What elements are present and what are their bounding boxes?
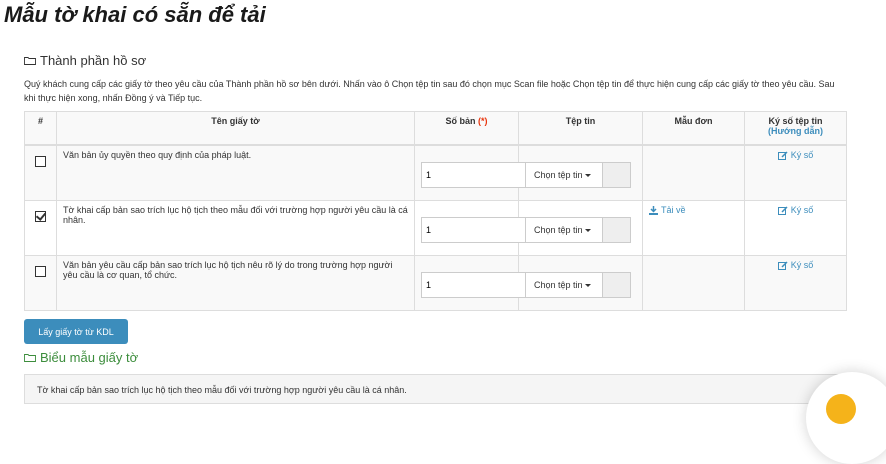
document-name: Văn bản ủy quyền theo quy định của pháp … [56,144,415,201]
form-section-title: Biểu mẫu giấy tờ [24,350,138,365]
page-title: Mẫu tờ khai có sẵn để tải [4,2,266,27]
folder-open-icon [24,354,36,362]
choose-file-button[interactable]: Chọn tệp tin [525,272,603,298]
caret-down-icon [584,228,591,232]
choose-file-button[interactable]: Chọn tệp tin [525,162,603,188]
col-sign-header: Ký số tệp tin (Hướng dẫn) [744,111,847,146]
sign-link[interactable]: Ký số [777,260,813,270]
file-picker: Chọn tệp tin [525,162,636,188]
choose-file-button[interactable]: Chọn tệp tin [525,217,603,243]
row-checkbox[interactable] [35,211,46,222]
row-checkbox[interactable] [35,156,46,167]
sign-link[interactable]: Ký số [777,205,813,215]
template-cell: Tải về [642,200,745,256]
download-icon [649,205,658,215]
copies-header-label: Số bản [445,116,476,126]
sign-header-label: Ký số tệp tin [768,116,823,126]
table-header-row: # Tên giấy tờ Số bản (*) Tệp tin Mẫu đơn… [24,111,847,146]
col-name-header: Tên giấy tờ [56,111,415,146]
copies-input[interactable] [421,162,541,188]
caret-down-icon [584,283,591,287]
floating-chat-icon[interactable] [826,394,856,424]
components-section-title: Thành phần hồ sơ [24,53,146,68]
file-name-field [603,217,631,243]
copies-input[interactable] [421,272,541,298]
template-cell [642,255,745,311]
col-index-header: # [24,111,57,146]
document-name: Tờ khai cấp bản sao trích lục hộ tịch th… [56,200,415,256]
table-row: Tờ khai cấp bản sao trích lục hộ tịch th… [24,200,847,256]
file-picker: Chọn tệp tin [525,272,636,298]
file-name-field [603,272,631,298]
edit-icon [777,205,788,215]
form-template-item[interactable]: Tờ khai cấp bản sao trích lục hộ tịch th… [24,374,840,404]
form-section-label: Biểu mẫu giấy tờ [40,350,139,365]
required-marker: (*) [478,116,488,126]
sign-link[interactable]: Ký số [777,150,813,160]
row-checkbox[interactable] [35,266,46,277]
components-section-label: Thành phần hồ sơ [40,53,147,68]
table-row: Văn bản ủy quyền theo quy định của pháp … [24,144,847,201]
download-template-link[interactable]: Tải về [649,205,686,215]
edit-icon [777,150,788,160]
document-name: Văn bản yêu cầu cấp bản sao trích lục hộ… [56,255,415,311]
get-documents-from-kdl-button[interactable]: Lấy giấy tờ từ KDL [24,319,128,344]
edit-icon [777,260,788,270]
file-picker: Chọn tệp tin [525,217,636,243]
sign-guide-link[interactable]: (Hướng dẫn) [751,126,840,136]
folder-open-icon [24,57,36,65]
col-copies-header: Số bản (*) [414,111,519,146]
components-description: Quý khách cung cấp các giấy tờ theo yêu … [24,79,835,103]
col-file-header: Tệp tin [518,111,643,146]
table-row: Văn bản yêu cầu cấp bản sao trích lục hộ… [24,255,847,311]
file-name-field [603,162,631,188]
caret-down-icon [584,173,591,177]
template-cell [642,144,745,201]
documents-table: # Tên giấy tờ Số bản (*) Tệp tin Mẫu đơn… [24,111,847,311]
col-template-header: Mẫu đơn [642,111,745,146]
copies-input[interactable] [421,217,541,243]
